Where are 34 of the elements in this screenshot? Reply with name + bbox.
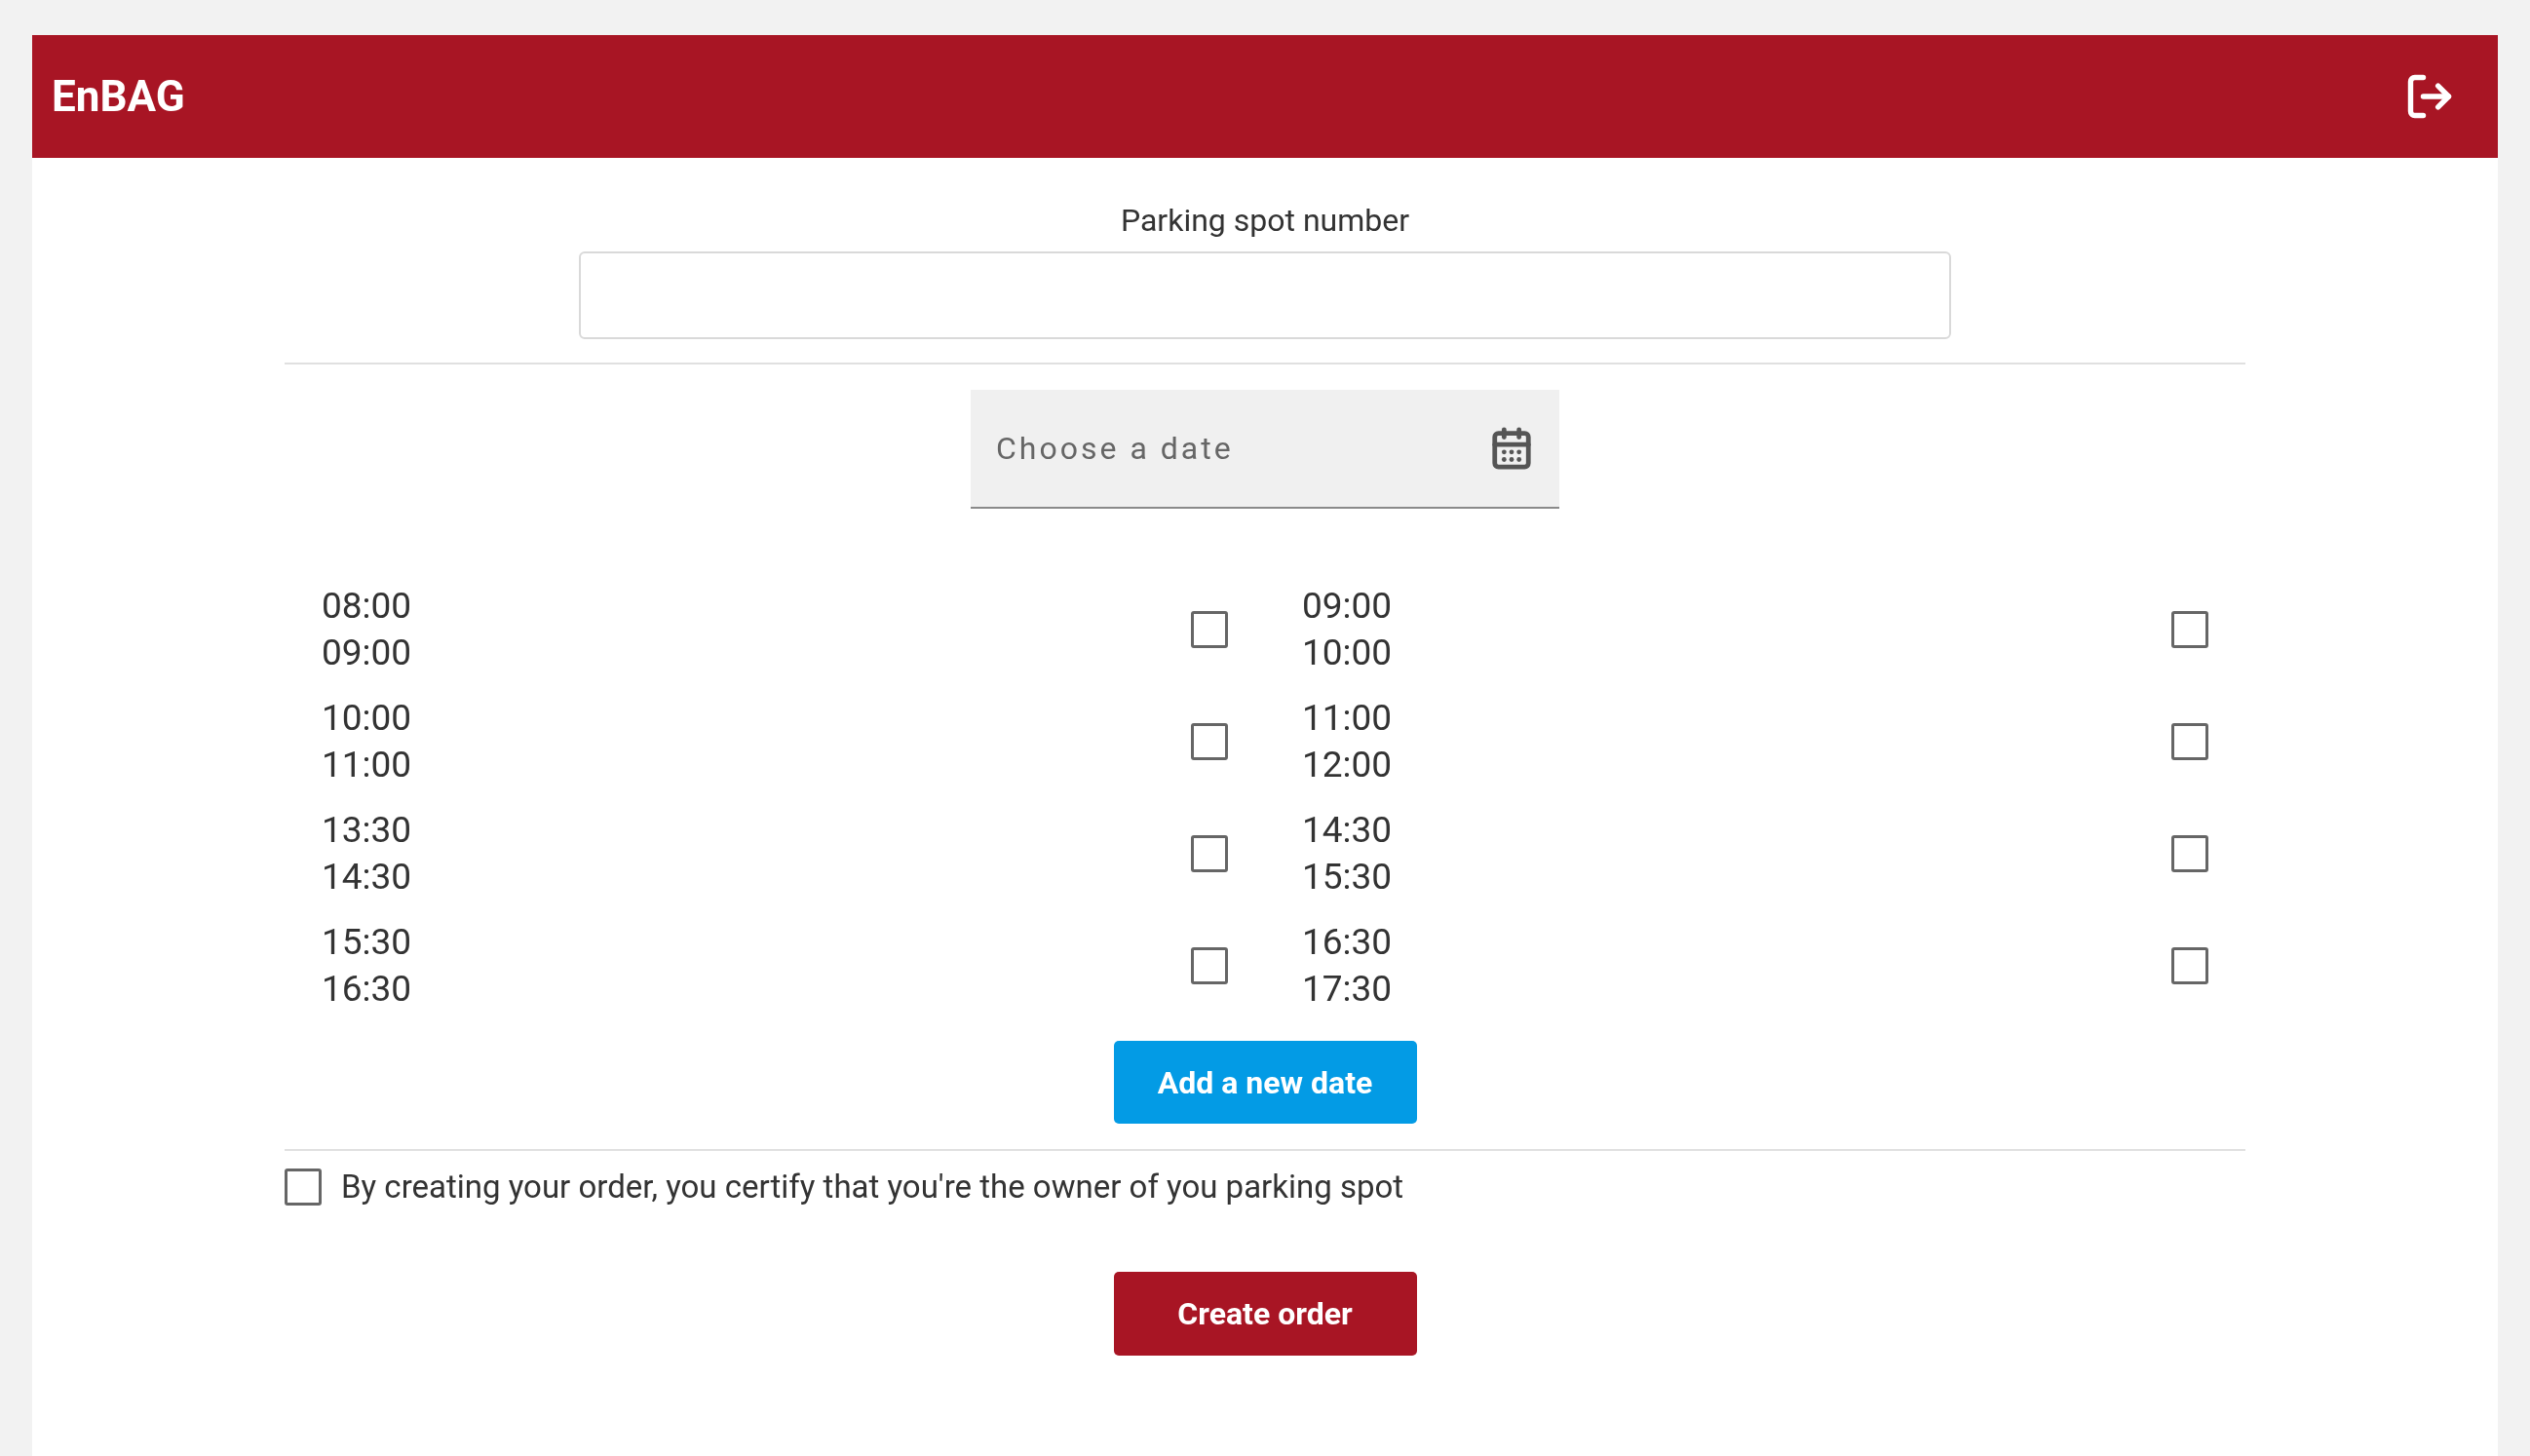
slot-start-time: 11:00 — [1302, 695, 1393, 741]
slot-start-time: 16:30 — [1302, 919, 1393, 965]
slot-start-time: 08:00 — [322, 583, 412, 629]
slot-end-time: 10:00 — [1302, 630, 1393, 675]
checkbox[interactable] — [2171, 722, 2208, 760]
checkbox[interactable] — [285, 1168, 322, 1206]
date-field[interactable]: Choose a date — [971, 390, 1559, 509]
slot-end-time: 16:30 — [322, 966, 412, 1012]
slot-end-time: 12:00 — [1302, 742, 1393, 787]
slot-start-time: 15:30 — [322, 919, 412, 965]
checkbox[interactable] — [1191, 834, 1228, 872]
field-label: Parking spot number — [1119, 201, 1411, 241]
slot-end-time: 15:30 — [1302, 854, 1393, 900]
checkbox[interactable] — [2171, 610, 2208, 648]
slot-end-time: 14:30 — [322, 854, 412, 900]
app-title: EnBAG — [52, 70, 185, 124]
checkbox[interactable] — [2171, 834, 2208, 872]
consent-text: By creating your order, you certify that you're the owner of you parking spot — [341, 1167, 1404, 1207]
slot-start-time: 14:30 — [1302, 807, 1393, 853]
checkbox[interactable] — [2171, 946, 2208, 984]
slot-end-time: 09:00 — [322, 630, 412, 675]
add-date-button[interactable]: Add a new date — [1113, 1041, 1417, 1124]
slot-start-time: 10:00 — [322, 695, 412, 741]
checkbox[interactable] — [1191, 610, 1228, 648]
create-order-button[interactable]: Create order — [1113, 1271, 1417, 1356]
slot-end-time: 11:00 — [322, 742, 412, 787]
slot-start-time: 13:30 — [322, 807, 412, 853]
calendar-icon[interactable] — [1489, 426, 1534, 471]
parking-spot-field[interactable] — [579, 251, 1951, 339]
checkbox[interactable] — [1191, 722, 1228, 760]
date-placeholder: Choose a date — [996, 429, 1234, 469]
checkbox[interactable] — [1191, 946, 1228, 984]
slot-end-time: 17:30 — [1302, 966, 1393, 1012]
slot-start-time: 09:00 — [1302, 583, 1393, 629]
